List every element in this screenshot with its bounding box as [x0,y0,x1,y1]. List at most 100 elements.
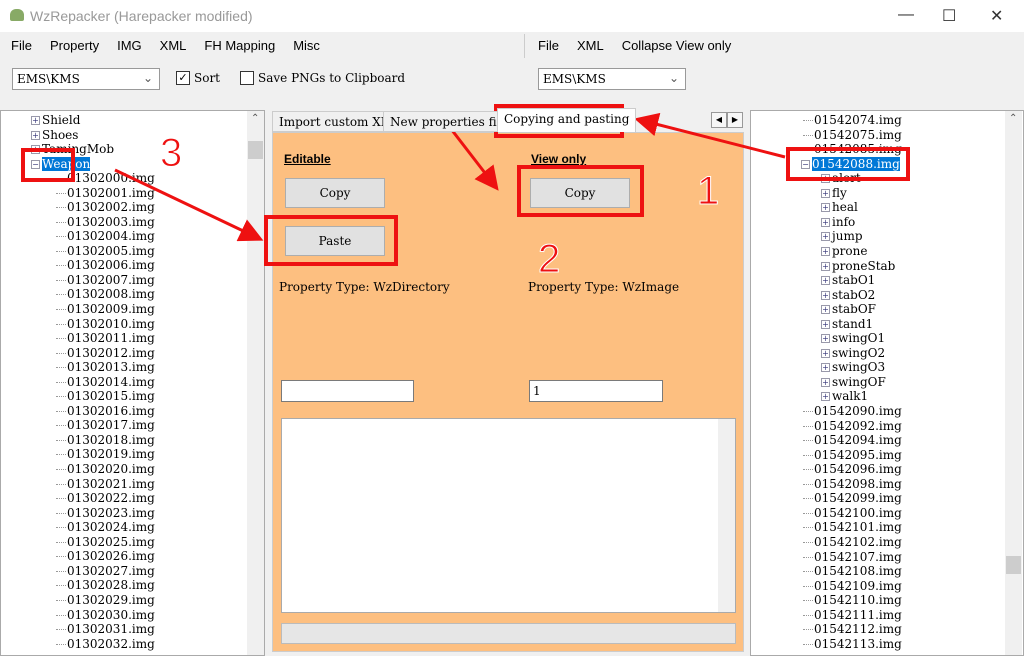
tree-node[interactable]: + Shoes [31,128,78,142]
tree-leaf[interactable]: 01302029.img [56,593,155,607]
tree-node[interactable]: − Weapon [31,156,91,171]
scroll-up-icon[interactable]: ⌃ [251,113,259,124]
editable-copy-button[interactable]: Copy [285,178,385,208]
tree-expand-icon[interactable]: + [31,145,40,155]
tree-node[interactable]: + swingO3 [821,360,885,374]
tree-leaf[interactable]: 01542108.img [803,564,902,578]
tree-leaf[interactable]: 01302013.img [56,360,155,374]
tree-node[interactable]: + heal [821,200,858,214]
editable-input[interactable] [281,380,414,402]
scroll-thumb[interactable] [248,141,263,159]
right-tree-scrollbar[interactable]: ⌃ [1005,111,1022,655]
tree-leaf[interactable]: 01302027.img [56,564,155,578]
tree-expand-icon[interactable]: + [821,363,830,373]
tree-expand-icon[interactable]: + [31,116,40,125]
menu-fh-mapping[interactable]: FH Mapping [204,38,275,53]
tree-leaf[interactable]: 01302000.img [56,171,155,185]
paste-button[interactable]: Paste [285,226,385,256]
tree-expand-icon[interactable]: + [821,334,830,344]
menu-property[interactable]: Property [50,38,99,53]
tree-leaf[interactable]: 01302003.img [56,215,155,229]
tree-leaf[interactable]: 01302031.img [56,622,155,636]
tree-node[interactable]: + TamingMob [31,142,114,156]
tree-leaf[interactable]: 01302006.img [56,258,155,272]
tree-node[interactable]: + stabO1 [821,273,875,287]
menu-file[interactable]: File [11,38,32,53]
tree-leaf[interactable]: 01302001.img [56,186,155,200]
tree-leaf[interactable]: 01542090.img [803,404,902,418]
tree-leaf[interactable]: 01542109.img [803,579,902,593]
tree-leaf[interactable]: 01302026.img [56,549,155,563]
tree-expand-icon[interactable]: + [821,261,830,271]
tree-leaf[interactable]: 01302015.img [56,389,155,403]
tree-node[interactable]: + stabOF [821,302,876,316]
tree-expand-icon[interactable]: + [821,319,830,329]
tree-leaf[interactable]: 01302030.img [56,608,155,622]
tree-leaf[interactable]: 01302016.img [56,404,155,418]
tree-leaf[interactable]: 01542113.img [803,637,902,651]
tree-leaf[interactable]: 01542075.img [803,128,902,142]
tree-node[interactable]: + prone [821,244,867,258]
tree-leaf[interactable]: 01542095.img [803,448,902,462]
scroll-thumb[interactable] [1006,556,1021,574]
tree-leaf[interactable]: 01302010.img [56,317,155,331]
tree-leaf[interactable]: 01302021.img [56,477,155,491]
tree-leaf[interactable]: 01302011.img [56,331,155,345]
minimize-button[interactable]: — [898,6,914,24]
tree-leaf[interactable]: 01302028.img [56,578,155,592]
left-region-combo[interactable]: EMS\KMS ⌄ [12,68,160,90]
tree-leaf[interactable]: 01302005.img [56,244,155,258]
tree-leaf[interactable]: 01542096.img [803,462,902,476]
tree-node[interactable]: + fly [821,186,847,200]
tree-leaf[interactable]: 01542074.img [803,113,902,127]
tree-expand-icon[interactable]: + [821,188,830,198]
tree-leaf[interactable]: 01542111.img [803,608,902,622]
tree-leaf[interactable]: 01302019.img [56,447,155,461]
tree-leaf[interactable]: 01302020.img [56,462,155,476]
right-tree-view[interactable]: ⌃ 01542074.img 01542075.img 01542085.img − 0… [750,110,1024,656]
tree-leaf[interactable]: 01542092.img [803,419,902,433]
tree-node[interactable]: + stand1 [821,317,873,331]
scroll-up-icon[interactable]: ⌃ [1009,113,1017,124]
tree-leaf[interactable]: 01302009.img [56,302,155,316]
tree-leaf[interactable]: 01302023.img [56,506,155,520]
sort-checkbox[interactable]: ✓ [176,71,190,85]
tree-expand-icon[interactable]: + [821,203,830,213]
tree-node[interactable]: + info [821,215,855,229]
output-textarea[interactable] [281,418,736,613]
tree-leaf[interactable]: 01302008.img [56,287,155,301]
tree-leaf[interactable]: 01302017.img [56,418,155,432]
tab-copying-and-pasting[interactable]: Copying and pasting [497,108,637,132]
tree-leaf[interactable]: 01542094.img [803,433,902,447]
tree-node[interactable]: + alert [821,171,861,185]
tree-node[interactable]: + stabO2 [821,288,875,302]
tree-expand-icon[interactable]: + [821,232,830,242]
left-tree-view[interactable]: ⌃ + Shield + Shoes + TamingMob − Weapon 01302000… [0,110,265,656]
tree-expand-icon[interactable]: + [821,217,830,227]
menu-misc[interactable]: Misc [293,38,320,53]
tree-leaf[interactable]: 01542110.img [803,593,902,607]
close-button[interactable]: ✕ [990,6,1003,26]
tree-leaf[interactable]: 01542112.img [803,622,902,636]
tree-leaf[interactable]: 01302002.img [56,200,155,214]
tree-expand-icon[interactable]: + [821,290,830,300]
tree-expand-icon[interactable]: + [821,246,830,256]
right-region-combo[interactable]: EMS\KMS ⌄ [538,68,686,90]
tree-expand-icon[interactable]: + [31,130,40,140]
tree-expand-icon[interactable]: + [821,392,830,402]
left-tree-scrollbar[interactable]: ⌃ [247,111,264,655]
tree-expand-icon[interactable]: + [821,276,830,286]
tree-collapse-icon[interactable]: − [31,159,40,169]
menu-right-collapse-view-only[interactable]: Collapse View only [622,38,732,53]
tree-leaf[interactable]: 01542085.img [803,142,902,156]
tree-leaf[interactable]: 01302025.img [56,535,155,549]
view-input[interactable]: 1 [529,380,663,402]
save-png-checkbox[interactable] [240,71,254,85]
tree-collapse-icon[interactable]: − [801,159,810,169]
tree-leaf[interactable]: 01302032.img [56,637,155,651]
tree-expand-icon[interactable]: + [821,305,830,315]
tree-leaf[interactable]: 01302004.img [56,229,155,243]
tree-leaf[interactable]: 01302012.img [56,346,155,360]
tree-node[interactable]: + swingO1 [821,331,885,345]
tree-leaf[interactable]: 01302022.img [56,491,155,505]
